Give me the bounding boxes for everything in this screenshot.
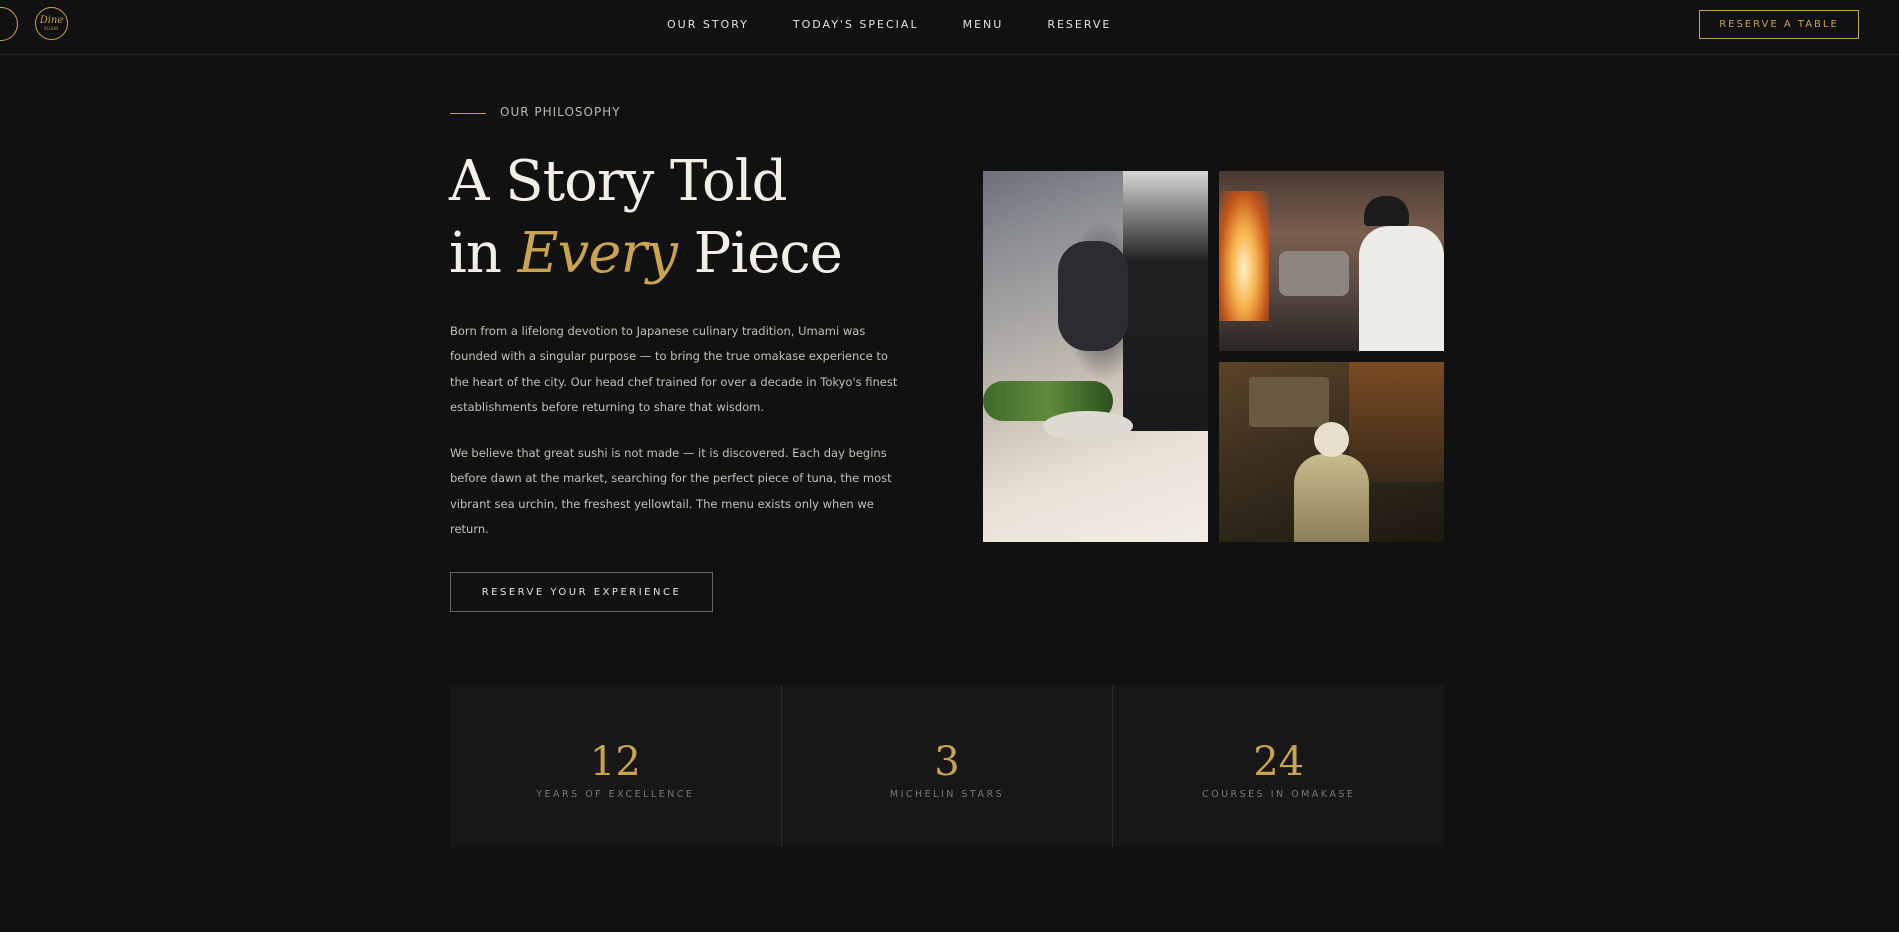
photo-cap-shape xyxy=(1364,196,1409,226)
site-header: Dine SUSHI OUR STORY TODAY'S SPECIAL MEN… xyxy=(0,0,1899,55)
title-pre: in xyxy=(449,221,518,286)
nav-link-menu[interactable]: MENU xyxy=(963,18,1004,31)
story-paragraph-2: We believe that great sushi is not made … xyxy=(450,446,892,536)
nav-link-our-story[interactable]: OUR STORY xyxy=(667,18,749,31)
photo-chef-hat-shape xyxy=(1314,422,1349,457)
photo-shelf-shape xyxy=(1349,362,1444,482)
stat-label: MICHELIN STARS xyxy=(889,789,1005,800)
kitchen-overhead-photo xyxy=(1219,362,1444,542)
stat-label: COURSES IN OMAKASE xyxy=(1201,789,1356,800)
logo-circle-partial xyxy=(0,7,18,41)
chef-plating-photo xyxy=(983,171,1208,542)
stat-label: YEARS OF EXCELLENCE xyxy=(536,789,695,800)
title-post: Piece xyxy=(676,221,843,286)
stat-years: 12 YEARS OF EXCELLENCE xyxy=(450,685,781,847)
stat-number: 3 xyxy=(934,739,960,785)
photo-glove-shape xyxy=(1058,241,1128,351)
title-accent: Every xyxy=(517,221,678,286)
reserve-experience-button[interactable]: RESERVE YOUR EXPERIENCE xyxy=(450,572,713,612)
stat-courses: 24 COURSES IN OMAKASE xyxy=(1113,685,1445,847)
logo[interactable]: Dine SUSHI xyxy=(35,7,68,40)
story-paragraph-1: Born from a lifelong devotion to Japanes… xyxy=(450,324,898,414)
logo-script-text: Dine xyxy=(39,14,64,26)
stats-panel: 12 YEARS OF EXCELLENCE 3 MICHELIN STARS … xyxy=(450,685,1445,847)
stat-michelin: 3 MICHELIN STARS xyxy=(781,685,1113,847)
nav-link-reserve[interactable]: RESERVE xyxy=(1047,18,1111,31)
page-title: A Story Told in Every Piece xyxy=(449,146,843,290)
photo-apron-shape xyxy=(1123,171,1208,431)
photo-chef-shape xyxy=(1359,226,1444,351)
logo-small-text: SUSHI xyxy=(44,25,59,31)
photo-pot-shape xyxy=(1279,251,1349,296)
section-eyebrow: OUR PHILOSOPHY xyxy=(500,105,621,119)
stat-number: 24 xyxy=(1253,739,1305,785)
nav-link-todays-special[interactable]: TODAY'S SPECIAL xyxy=(793,18,919,31)
photo-sink-shape xyxy=(1249,377,1329,427)
photo-flame-shape xyxy=(1219,191,1269,321)
main-nav: OUR STORY TODAY'S SPECIAL MENU RESERVE xyxy=(667,0,1111,48)
stat-number: 12 xyxy=(589,739,641,785)
reserve-table-button[interactable]: RESERVE A TABLE xyxy=(1699,10,1859,39)
eyebrow-divider xyxy=(450,113,486,114)
photo-cook-shape xyxy=(1294,454,1369,542)
photo-plate-shape xyxy=(1043,411,1133,441)
title-line-1: A Story Told xyxy=(449,149,788,214)
chef-flame-cooking-photo xyxy=(1219,171,1444,351)
